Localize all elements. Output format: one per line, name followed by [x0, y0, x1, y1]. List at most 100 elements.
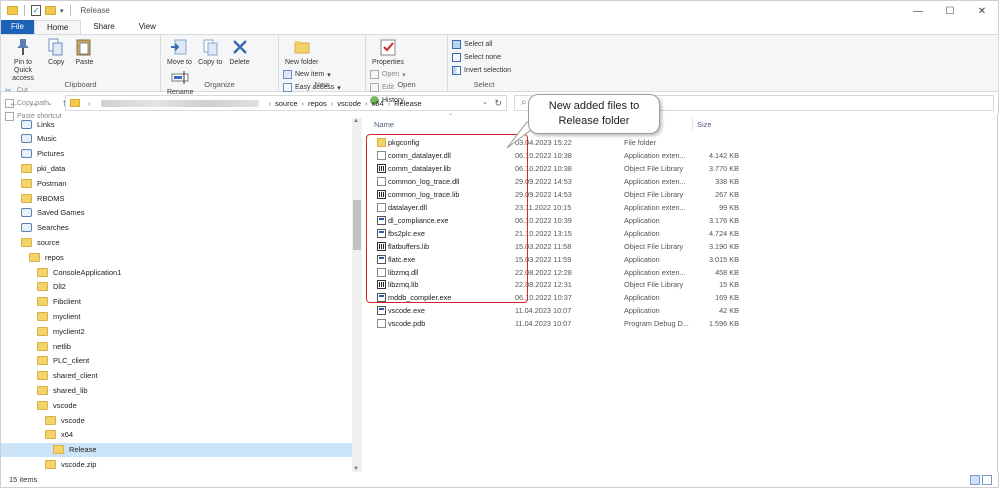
details-view-icon[interactable]	[970, 475, 980, 485]
breadcrumb-repos[interactable]: repos	[308, 99, 327, 108]
select-all-label: Select all	[464, 41, 493, 48]
nav-item[interactable]: Postman	[21, 176, 67, 190]
nav-item-label: pki_data	[37, 163, 66, 173]
file-size: 4.724 KB	[708, 228, 739, 238]
copy-button[interactable]: Copy	[43, 37, 69, 67]
tab-share[interactable]: Share	[81, 20, 126, 34]
select-none-button[interactable]: Select none	[452, 52, 511, 63]
nav-item[interactable]: ConsoleApplication1	[37, 265, 121, 279]
tab-home[interactable]: Home	[34, 20, 82, 34]
folder-icon	[21, 178, 32, 188]
tab-file[interactable]: File	[1, 20, 34, 34]
column-divider[interactable]	[692, 118, 693, 130]
nav-item-label: PLC_client	[53, 356, 90, 366]
nav-item[interactable]: Searches	[21, 221, 69, 235]
address-bar[interactable]: › › source › repos › vscode › x64 › Rele…	[65, 95, 507, 111]
column-header-size[interactable]: Size	[697, 120, 712, 129]
nav-item[interactable]: x64	[45, 428, 73, 442]
chevron-right-icon[interactable]: ›	[88, 99, 91, 108]
nav-item[interactable]: RBOMS	[21, 191, 65, 205]
divider	[69, 5, 71, 16]
nav-item[interactable]: Fibclient	[37, 295, 81, 309]
file-size: 3.015 KB	[708, 254, 739, 264]
scroll-up-icon[interactable]: ▲	[353, 118, 359, 124]
copy-to-button[interactable]: Copy to	[196, 37, 224, 67]
chevron-right-icon[interactable]: ›	[365, 99, 368, 108]
nav-item[interactable]: vscode	[45, 413, 85, 427]
view-switcher	[970, 475, 992, 485]
chevron-down-icon[interactable]: ⌄	[47, 99, 53, 107]
minimize-button[interactable]: —	[902, 1, 934, 21]
folder-icon	[21, 237, 32, 247]
nav-item[interactable]: Music	[21, 132, 57, 146]
breadcrumb-release[interactable]: Release	[394, 99, 422, 108]
pin-to-quick-access-button[interactable]: Pin to Quick access	[5, 37, 41, 83]
nav-item-label: myclient2	[53, 326, 85, 336]
nav-item[interactable]: netlib	[37, 339, 71, 353]
delete-button[interactable]: Delete	[227, 37, 253, 67]
close-button[interactable]: ✕	[966, 1, 998, 21]
nav-item-label: repos	[45, 252, 64, 262]
large-icons-view-icon[interactable]	[982, 475, 992, 485]
nav-item-label: Postman	[37, 178, 67, 188]
breadcrumb-x64[interactable]: x64	[372, 99, 384, 108]
move-to-button[interactable]: Move to	[165, 37, 194, 67]
forward-arrow-icon[interactable]: →	[28, 98, 38, 109]
invert-selection-label: Invert selection	[464, 67, 512, 74]
breadcrumb-source[interactable]: source	[275, 99, 298, 108]
music-icon	[21, 134, 32, 144]
nav-item[interactable]: vscode	[37, 398, 77, 412]
chevron-down-icon[interactable]: ⌄	[482, 96, 488, 110]
chevron-right-icon[interactable]: ›	[269, 99, 272, 108]
nav-pane-scrollbar[interactable]: ▲ ▼	[352, 118, 362, 472]
chevron-down-icon[interactable]: ▾	[60, 7, 64, 15]
select-group: Select all Select none Invert selection …	[448, 35, 520, 91]
scrollbar-thumb[interactable]	[353, 200, 361, 250]
folder-icon	[29, 252, 40, 262]
chevron-right-icon[interactable]: ›	[302, 99, 305, 108]
nav-item[interactable]: myclient2	[37, 324, 85, 338]
nav-item[interactable]: myclient	[37, 309, 81, 323]
nav-item[interactable]: Saved Games	[21, 206, 85, 220]
folder-icon	[37, 341, 48, 351]
breadcrumb-vscode[interactable]: vscode	[337, 99, 361, 108]
nav-item[interactable]: Links	[21, 117, 55, 131]
maximize-button[interactable]: ☐	[934, 1, 966, 21]
file-name: vscode.pdb	[388, 319, 426, 329]
invert-selection-button[interactable]: Invert selection	[452, 65, 511, 76]
open-button[interactable]: Open ▾	[370, 69, 406, 80]
nav-item[interactable]: Dll2	[37, 280, 66, 294]
nav-item[interactable]: source	[21, 235, 60, 249]
properties-icon[interactable]: ✓	[31, 5, 41, 16]
back-arrow-icon[interactable]: ←	[9, 98, 19, 109]
select-all-button[interactable]: Select all	[452, 39, 511, 50]
paste-button[interactable]: Paste	[71, 37, 97, 67]
folder-icon	[21, 193, 32, 203]
chevron-right-icon[interactable]: ›	[331, 99, 334, 108]
nav-item-label: netlib	[53, 341, 71, 351]
nav-item-label: Searches	[37, 223, 69, 233]
file-row[interactable]: vscode.pdb 11.04.2023 10:07 Program Debug …	[374, 317, 744, 330]
tab-view[interactable]: View	[127, 20, 168, 34]
nav-item[interactable]: Release	[1, 442, 353, 457]
new-item-button[interactable]: New item ▾	[283, 69, 341, 80]
nav-item[interactable]: PLC_client	[37, 354, 89, 368]
nav-item[interactable]: pki_data	[21, 161, 65, 175]
delete-icon	[231, 37, 249, 57]
column-header-name[interactable]: Name	[374, 120, 394, 129]
nav-item[interactable]: Pictures	[21, 147, 64, 161]
pictures-icon	[21, 149, 32, 159]
nav-item[interactable]: repos	[29, 250, 64, 264]
nav-item[interactable]: shared_client	[37, 369, 98, 383]
refresh-icon[interactable]: ↻	[494, 96, 502, 110]
nav-item[interactable]: vscode.zip	[45, 457, 96, 471]
properties-button[interactable]: Properties	[370, 37, 406, 67]
new-folder-button[interactable]: New folder	[283, 37, 320, 67]
chevron-right-icon[interactable]: ›	[388, 99, 391, 108]
open-label: Open	[382, 71, 400, 78]
file-row[interactable]: vscode.exe 11.04.2023 10:07 Application 42 …	[374, 304, 744, 317]
callout-annotation: New added files to Release folder	[528, 94, 660, 134]
new-folder-icon[interactable]	[45, 6, 56, 15]
nav-item-label: Pictures	[37, 149, 65, 159]
nav-item[interactable]: shared_lib	[37, 383, 88, 397]
